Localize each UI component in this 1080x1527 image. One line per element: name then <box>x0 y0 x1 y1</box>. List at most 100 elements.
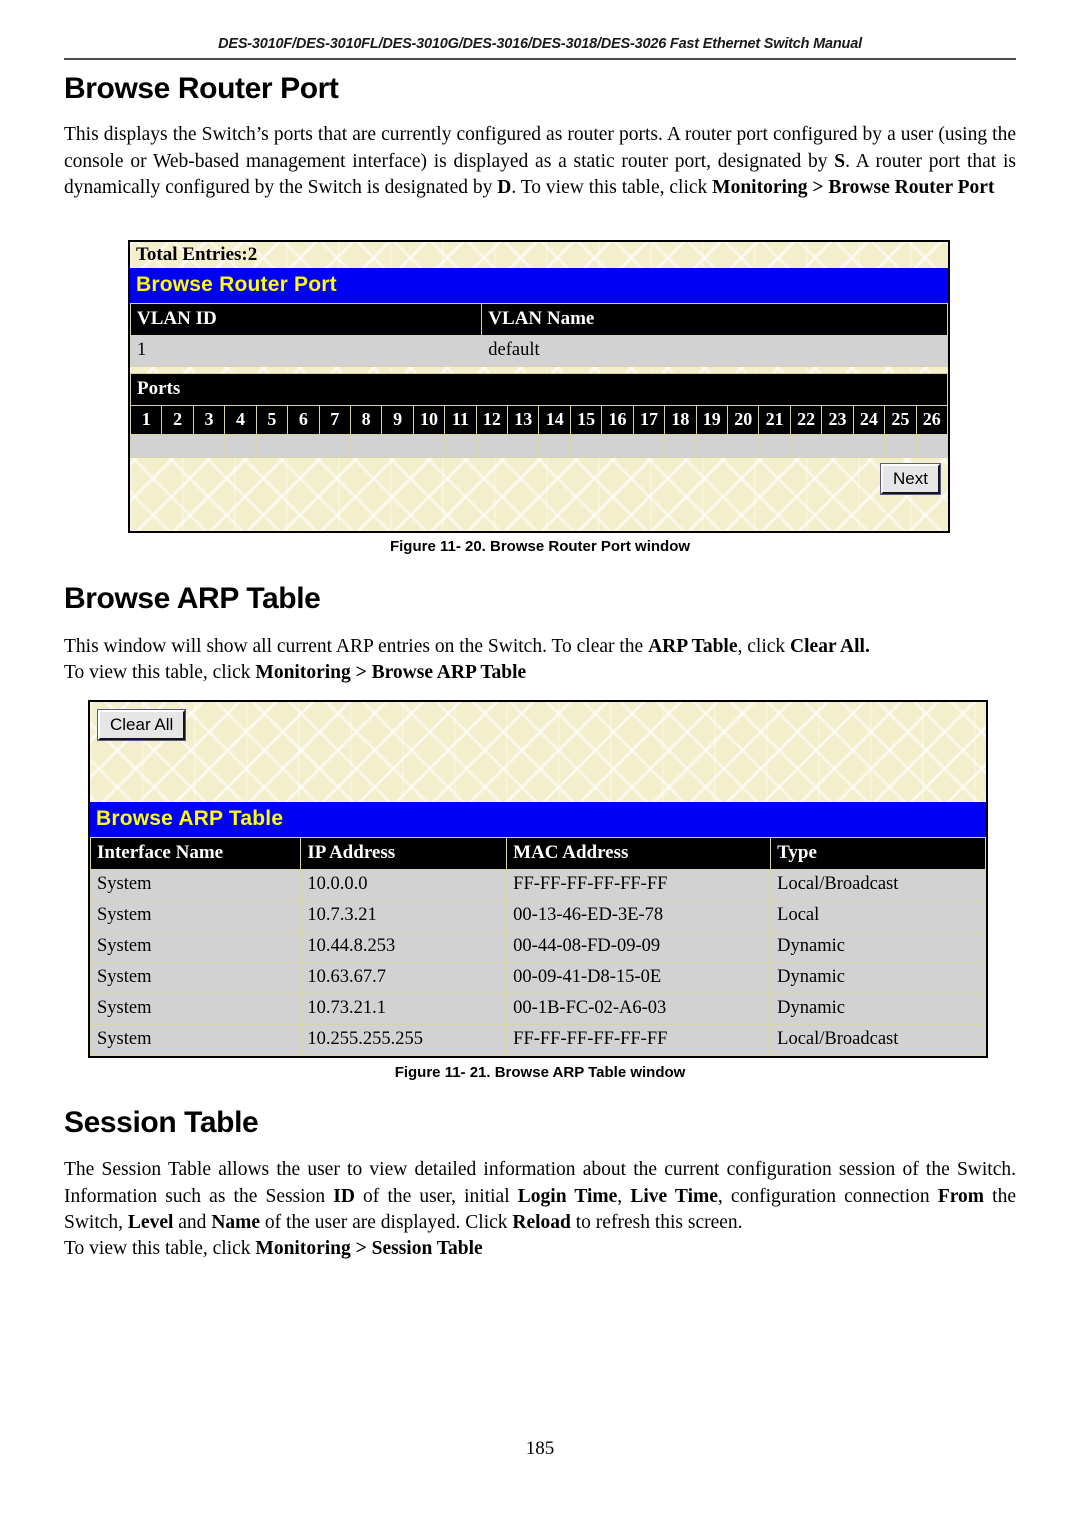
port-number-19: 19 <box>695 405 729 435</box>
window-title-browse-router-port: Browse Router Port <box>130 268 948 303</box>
heading-session-table: Session Table <box>64 1106 259 1139</box>
browse-arp-table-window: Clear All Browse ARP Table Interface Nam… <box>88 700 988 1058</box>
port-value-row <box>130 434 948 458</box>
column-header-vlan-name: VLAN Name <box>481 303 948 336</box>
paragraph-browse-arp-table: This window will show all current ARP en… <box>64 634 1016 661</box>
port-number-7: 7 <box>318 405 351 435</box>
table-row[interactable]: System 10.7.3.21 00-13-46-ED-3E-78 Local <box>90 900 986 932</box>
port-value-22 <box>789 434 823 458</box>
port-value-8 <box>349 434 383 458</box>
port-number-21: 21 <box>758 405 791 435</box>
ports-table: Ports 1 2 3 4 5 6 7 8 9 10 11 12 13 14 1… <box>130 373 948 458</box>
arp-toolbar-area: Clear All <box>90 702 986 802</box>
nav-path-browse-arp-table: Monitoring > Browse ARP Table <box>255 662 527 683</box>
paragraph-browse-router-port: This displays the Switch’s ports that ar… <box>64 122 1016 202</box>
port-number-24: 24 <box>852 405 886 435</box>
column-header-vlan-id: VLAN ID <box>130 303 483 336</box>
port-number-25: 25 <box>884 405 917 435</box>
cell-type: Local/Broadcast <box>770 1024 986 1056</box>
port-value-15 <box>569 434 603 458</box>
arp-para-text-2: , click <box>737 636 791 657</box>
nav-path-session-table: Monitoring > Session Table <box>255 1238 483 1259</box>
cell-vlan-id: 1 <box>130 335 483 367</box>
cell-mac-address: 00-13-46-ED-3E-78 <box>506 900 772 932</box>
port-value-20 <box>727 434 760 458</box>
paragraph-session-table-nav: To view this table, click Monitoring > S… <box>64 1236 1016 1263</box>
port-value-3 <box>192 434 226 458</box>
manual-page: DES-3010F/DES-3010FL/DES-3010G/DES-3016/… <box>0 0 1080 1527</box>
cell-mac-address: 00-1B-FC-02-A6-03 <box>506 993 772 1025</box>
port-value-5 <box>255 434 289 458</box>
paragraph-session-table: The Session Table allows the user to vie… <box>64 1157 1016 1237</box>
port-number-20: 20 <box>727 405 760 435</box>
port-value-9 <box>381 434 414 458</box>
ports-label-row: Ports <box>130 373 948 406</box>
port-value-2 <box>161 434 194 458</box>
cell-ip-address: 10.255.255.255 <box>300 1024 508 1056</box>
arp-para-text-3: To view this table, click <box>64 662 256 683</box>
port-value-18 <box>664 434 697 458</box>
port-value-4 <box>224 434 257 458</box>
table-row[interactable]: System 10.0.0.0 FF-FF-FF-FF-FF-FF Local/… <box>90 869 986 901</box>
port-value-17 <box>632 434 666 458</box>
port-number-5: 5 <box>255 405 289 435</box>
port-number-17: 17 <box>632 405 666 435</box>
port-number-16: 16 <box>601 405 634 435</box>
sess-text-2: of the user, initial <box>354 1185 518 1207</box>
bold-s: S <box>834 150 846 172</box>
table-row[interactable]: System 10.63.67.7 00-09-41-D8-15-0E Dyna… <box>90 962 986 994</box>
cell-interface-name: System <box>90 962 302 994</box>
figure-caption-11-21: Figure 11- 21. Browse ARP Table window <box>394 1064 686 1081</box>
port-number-14: 14 <box>538 405 571 435</box>
port-value-21 <box>758 434 791 458</box>
arp-table-header-row: Interface Name IP Address MAC Address Ty… <box>90 837 986 870</box>
sess-text-8: to refresh this screen. <box>570 1212 743 1233</box>
heading-browse-arp-table: Browse ARP Table <box>64 582 321 615</box>
port-value-14 <box>538 434 571 458</box>
port-value-25 <box>884 434 917 458</box>
table-row[interactable]: System 10.44.8.253 00-44-08-FD-09-09 Dyn… <box>90 931 986 963</box>
bold-level: Level <box>127 1212 174 1233</box>
port-number-23: 23 <box>821 405 854 435</box>
column-header-mac-address: MAC Address <box>506 837 772 870</box>
port-number-12: 12 <box>475 405 509 435</box>
port-number-row: 1 2 3 4 5 6 7 8 9 10 11 12 13 14 15 16 1… <box>130 405 948 435</box>
figure-caption-11-20: Figure 11- 20. Browse Router Port window <box>389 538 691 555</box>
port-number-4: 4 <box>224 405 257 435</box>
table-row[interactable]: 1 default <box>130 335 948 367</box>
sess-text-3: , <box>617 1185 631 1207</box>
port-number-8: 8 <box>349 405 383 435</box>
bold-from: From <box>937 1185 985 1207</box>
cell-interface-name: System <box>90 931 302 963</box>
cell-mac-address: 00-44-08-FD-09-09 <box>506 931 772 963</box>
column-header-interface-name: Interface Name <box>90 837 302 870</box>
port-value-26 <box>915 434 948 458</box>
total-entries-label: Total Entries:2 <box>136 244 258 265</box>
port-value-12 <box>475 434 509 458</box>
port-number-18: 18 <box>664 405 697 435</box>
port-value-1 <box>130 434 163 458</box>
next-button[interactable]: Next <box>881 464 940 494</box>
table-row[interactable]: System 10.255.255.255 FF-FF-FF-FF-FF-FF … <box>90 1024 986 1056</box>
port-number-3: 3 <box>192 405 226 435</box>
page-number: 185 <box>525 1438 555 1459</box>
bold-live-time: Live Time <box>630 1185 718 1207</box>
button-row: Next <box>130 458 948 501</box>
paragraph-browse-arp-table-nav: To view this table, click Monitoring > B… <box>64 660 1016 687</box>
bold-clear-all: Clear All. <box>790 636 870 657</box>
clear-all-button[interactable]: Clear All <box>98 710 186 740</box>
para-text-3: . To view this table, click <box>511 177 713 198</box>
cell-type: Dynamic <box>770 962 986 994</box>
table-row[interactable]: System 10.73.21.1 00-1B-FC-02-A6-03 Dyna… <box>90 993 986 1025</box>
cell-type: Local <box>770 900 986 932</box>
heading-browse-router-port: Browse Router Port <box>64 72 339 105</box>
port-value-7 <box>318 434 351 458</box>
cell-type: Local/Broadcast <box>770 869 986 901</box>
browse-router-port-window: Total Entries:2 Browse Router Port VLAN … <box>128 240 950 533</box>
cell-type: Dynamic <box>770 931 986 963</box>
header-divider <box>64 58 1016 60</box>
cell-ip-address: 10.44.8.253 <box>300 931 508 963</box>
bold-arp-table: ARP Table <box>648 636 738 657</box>
vlan-table-header-row: VLAN ID VLAN Name <box>130 303 948 336</box>
cell-mac-address: FF-FF-FF-FF-FF-FF <box>506 869 772 901</box>
